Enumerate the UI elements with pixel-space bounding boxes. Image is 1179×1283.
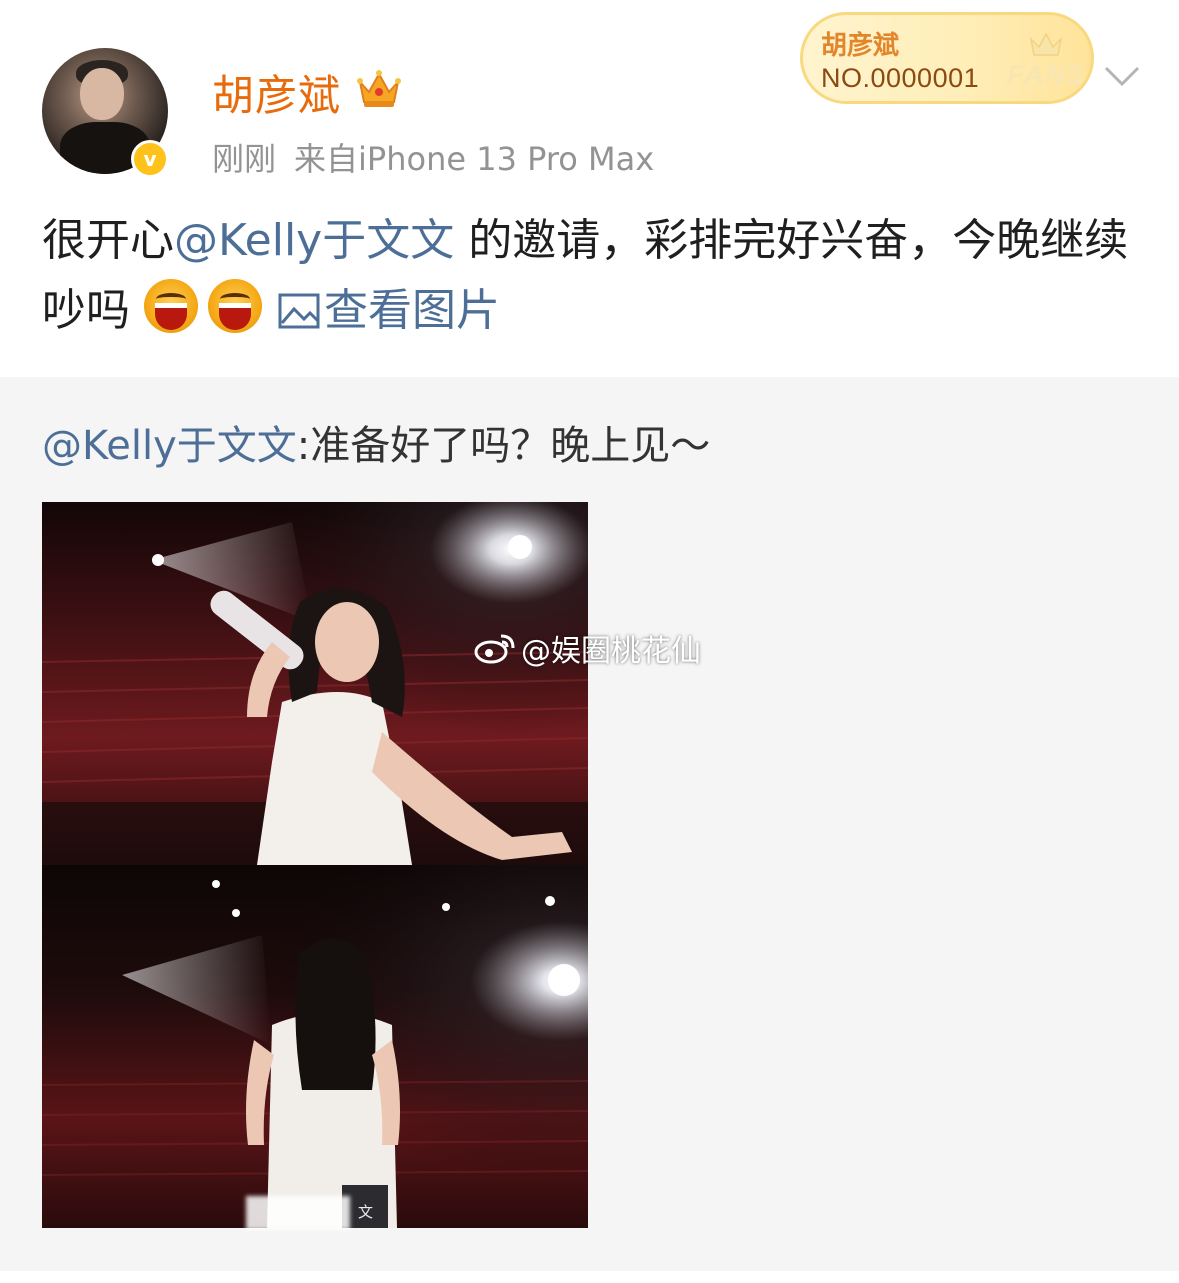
watermark: @娱圈桃花仙 — [473, 626, 701, 670]
weibo-post-card: v 胡彦斌 刚刚 来自iPhone 13 Pro Max 胡彦斌 NO.00000… — [0, 0, 1179, 1283]
username[interactable]: 胡彦斌 — [212, 62, 341, 123]
repost-image-2[interactable] — [42, 865, 588, 1228]
photo-caption: 文 — [358, 1203, 374, 1221]
watermark-text: @娱圈桃花仙 — [521, 634, 701, 669]
fans-badge[interactable]: 胡彦斌 NO.0000001 FANS — [800, 12, 1094, 104]
chevron-down-icon[interactable] — [1102, 62, 1142, 90]
weibo-logo-icon — [474, 634, 515, 664]
fans-crown-icon — [1029, 32, 1063, 56]
repost-mention-link[interactable]: @Kelly于文文 — [42, 423, 297, 469]
fans-badge-number: NO.0000001 — [821, 63, 980, 93]
crown-icon — [357, 70, 401, 107]
view-images-link[interactable]: 查看图片 — [272, 285, 500, 336]
post-source: 来自iPhone 13 Pro Max — [294, 140, 655, 178]
mention-link[interactable]: @Kelly于文文 — [174, 215, 454, 266]
verified-icon: v — [131, 140, 169, 178]
laughing-emoji-icon — [144, 279, 198, 333]
picture-icon — [278, 293, 320, 329]
fans-badge-name: 胡彦斌 — [821, 31, 900, 61]
repost-image-1[interactable] — [42, 502, 588, 865]
post-meta: 刚刚 来自iPhone 13 Pro Max — [212, 134, 654, 180]
fans-badge-word: FANS — [1007, 59, 1086, 90]
view-images-label: 查看图片 — [324, 285, 500, 336]
post-text: 很开心@Kelly于文文 的邀请，彩排完好兴奋，今晚继续吵吗 查看图片 — [42, 206, 1142, 346]
repost-body: :准备好了吗？晚上见～ — [296, 423, 711, 469]
repost-text: @Kelly于文文:准备好了吗？晚上见～ — [42, 413, 710, 471]
blurred-caption — [246, 1196, 350, 1230]
repost-block[interactable]: @Kelly于文文:准备好了吗？晚上见～ 文 @娱圈桃花仙 — [0, 377, 1179, 1271]
laughing-emoji-icon — [208, 279, 262, 333]
post-time: 刚刚 — [212, 140, 277, 178]
post-text-before: 很开心 — [42, 215, 174, 266]
